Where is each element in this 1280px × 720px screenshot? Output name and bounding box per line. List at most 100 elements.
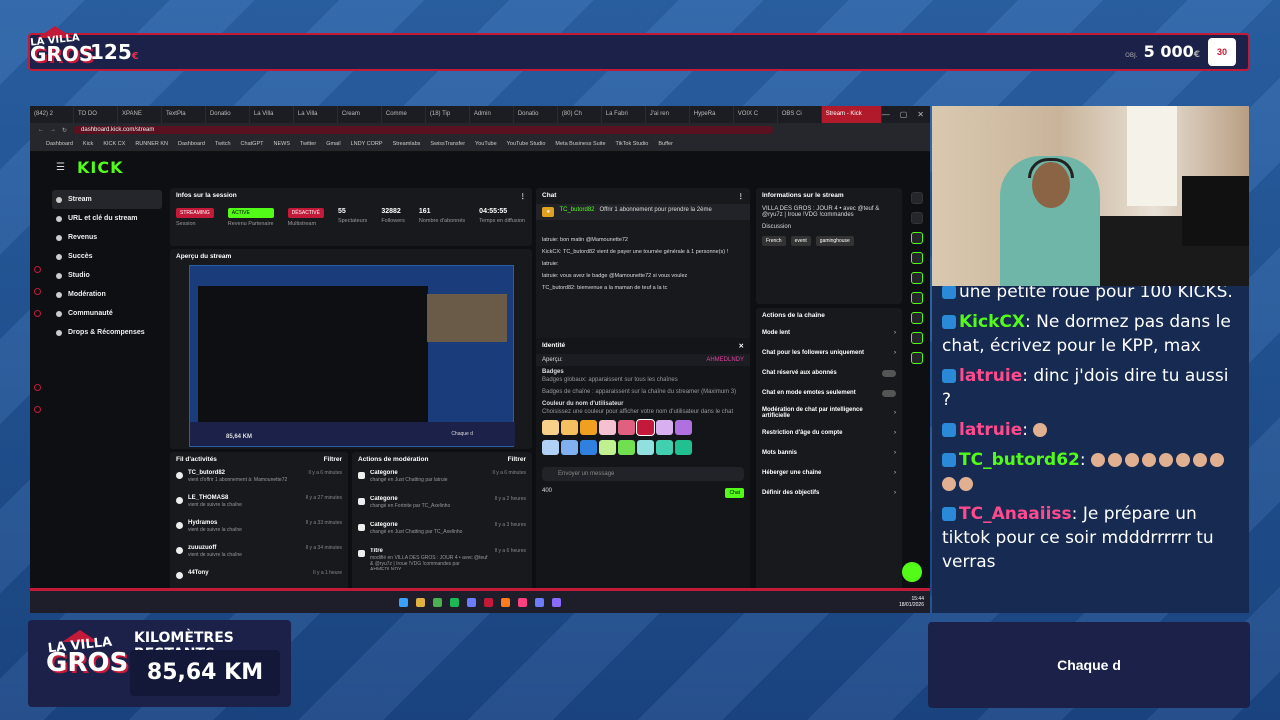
channel-action[interactable]: Mode lent › — [756, 323, 902, 343]
color-swatch[interactable] — [618, 420, 635, 435]
spotify-icon[interactable] — [450, 597, 459, 607]
toggle[interactable] — [882, 389, 896, 397]
browser-tab[interactable]: (842) 2 — [30, 106, 74, 123]
browser-tab[interactable]: (18) Tip — [426, 106, 470, 123]
color-swatch[interactable] — [542, 420, 559, 435]
sidebar-item[interactable]: Modération — [52, 285, 162, 304]
tool-icon[interactable] — [911, 292, 923, 304]
bookmark[interactable]: RUNNER KN — [135, 141, 168, 147]
color-swatch[interactable] — [580, 440, 597, 455]
browser-tab[interactable]: Cream — [338, 106, 382, 123]
color-swatch[interactable] — [675, 440, 692, 455]
discord-icon[interactable] — [467, 597, 476, 607]
color-swatch[interactable] — [580, 420, 597, 435]
kick-logo[interactable]: KICK — [77, 158, 124, 177]
sidebar-item[interactable]: Drops & Récompenses — [52, 323, 162, 342]
start-icon[interactable] — [399, 597, 408, 607]
color-swatch[interactable] — [656, 440, 673, 455]
channel-action[interactable]: Chat pour les followers uniquement › — [756, 343, 902, 363]
channel-action[interactable]: Chat réservé aux abonnés — [756, 363, 902, 383]
channel-action[interactable]: Modération de chat par intelligence arti… — [756, 403, 902, 423]
chevron-right-icon[interactable]: › — [894, 350, 896, 356]
bookmark[interactable]: SwissTransfer — [430, 141, 465, 147]
app-icon[interactable] — [535, 597, 544, 607]
color-swatch[interactable] — [561, 440, 578, 455]
color-swatch[interactable] — [599, 440, 616, 455]
bookmark[interactable]: LNDY CORP — [351, 141, 383, 147]
sidebar-item[interactable]: Studio — [52, 266, 162, 285]
color-swatch[interactable] — [599, 420, 616, 435]
chevron-right-icon[interactable]: › — [894, 430, 896, 436]
sidebar-item[interactable]: Succès — [52, 247, 162, 266]
color-swatch[interactable] — [636, 419, 655, 436]
firefox-icon[interactable] — [501, 597, 510, 607]
browser-tab[interactable]: Donatio — [514, 106, 558, 123]
message-input[interactable]: Envoyer un message — [542, 467, 744, 481]
browser-tab[interactable]: La Villa — [250, 106, 294, 123]
sidebar-item[interactable]: Revenus — [52, 228, 162, 247]
bookmark[interactable]: Kick — [83, 141, 93, 147]
url-field[interactable]: dashboard.kick.com/stream — [73, 126, 774, 134]
bookmark[interactable]: Streamlabs — [393, 141, 421, 147]
more-icon[interactable]: ⋮ — [520, 192, 527, 200]
sidebar-item[interactable]: Communauté — [52, 304, 162, 323]
tool-icon[interactable] — [911, 252, 923, 264]
browser-tab[interactable]: OBS Ci — [778, 106, 822, 123]
bookmark[interactable]: Twitch — [215, 141, 231, 147]
sidebar-item[interactable]: URL et clé du stream — [52, 209, 162, 228]
browser-tab[interactable]: J'ai ren — [646, 106, 690, 123]
browser-tab[interactable]: VOIX C — [734, 106, 778, 123]
browser-tab[interactable]: TO DO — [74, 106, 118, 123]
more-icon[interactable]: ⋮ — [738, 192, 745, 200]
color-swatch[interactable] — [561, 420, 578, 435]
channel-action[interactable]: Chat en mode emotes seulement — [756, 383, 902, 403]
close-icon[interactable]: ✕ — [917, 110, 924, 119]
filter-button[interactable]: Filtrer — [508, 456, 526, 463]
app-icon[interactable] — [518, 597, 527, 607]
minimize-icon[interactable]: — — [882, 110, 890, 119]
tool-icon[interactable] — [911, 232, 923, 244]
chevron-right-icon[interactable]: › — [894, 490, 896, 496]
reload-icon[interactable]: ↻ — [62, 127, 67, 134]
chevron-right-icon[interactable]: › — [894, 470, 896, 476]
bookmark[interactable]: TikTok Studio — [616, 141, 649, 147]
channel-action[interactable]: Héberger une chaîne › — [756, 463, 902, 483]
close-icon[interactable]: ✕ — [739, 342, 744, 350]
edit-icon[interactable] — [911, 212, 923, 224]
browser-tab[interactable]: Admin — [470, 106, 514, 123]
app-icon[interactable] — [433, 597, 442, 607]
bookmark[interactable]: ChatGPT — [241, 141, 264, 147]
color-swatch[interactable] — [542, 440, 559, 455]
color-swatch[interactable] — [637, 440, 654, 455]
tool-icon[interactable] — [911, 272, 923, 284]
color-swatch[interactable] — [656, 420, 673, 435]
bookmark[interactable]: Meta Business Suite — [555, 141, 605, 147]
tool-icon[interactable] — [911, 332, 923, 344]
tool-icon[interactable] — [911, 312, 923, 324]
folder-icon[interactable] — [416, 597, 425, 607]
bookmark[interactable]: Dashboard — [178, 141, 205, 147]
bookmark[interactable]: Buffer — [658, 141, 673, 147]
channel-action[interactable]: Restriction d'âge du compte › — [756, 423, 902, 443]
sidebar-item[interactable]: Stream — [52, 190, 162, 209]
browser-tab[interactable]: La Villa — [294, 106, 338, 123]
chevron-right-icon[interactable]: › — [894, 410, 896, 416]
browser-tab[interactable]: La Fabri — [602, 106, 646, 123]
back-icon[interactable]: ← — [38, 127, 44, 133]
maximize-icon[interactable]: ▢ — [900, 110, 908, 119]
color-swatch[interactable] — [618, 440, 635, 455]
browser-tab[interactable]: (80) Ch — [558, 106, 602, 123]
bookmark[interactable]: KICK CX — [103, 141, 125, 147]
tool-icon[interactable] — [911, 352, 923, 364]
toggle[interactable] — [882, 369, 896, 377]
bookmark[interactable]: YouTube — [475, 141, 497, 147]
app-icon[interactable] — [552, 597, 561, 607]
browser-tab[interactable]: TextPla — [162, 106, 206, 123]
stream-preview[interactable]: 85,64 KM Chaque d — [189, 265, 515, 447]
menu-icon[interactable]: ☰ — [56, 162, 65, 173]
browser-tab[interactable]: Stream - Kick — [821, 106, 882, 123]
chevron-right-icon[interactable]: › — [894, 330, 896, 336]
browser-tab[interactable]: Donatio — [206, 106, 250, 123]
bookmark[interactable]: YouTube Studio — [507, 141, 546, 147]
browser-tab[interactable]: XPANE — [118, 106, 162, 123]
